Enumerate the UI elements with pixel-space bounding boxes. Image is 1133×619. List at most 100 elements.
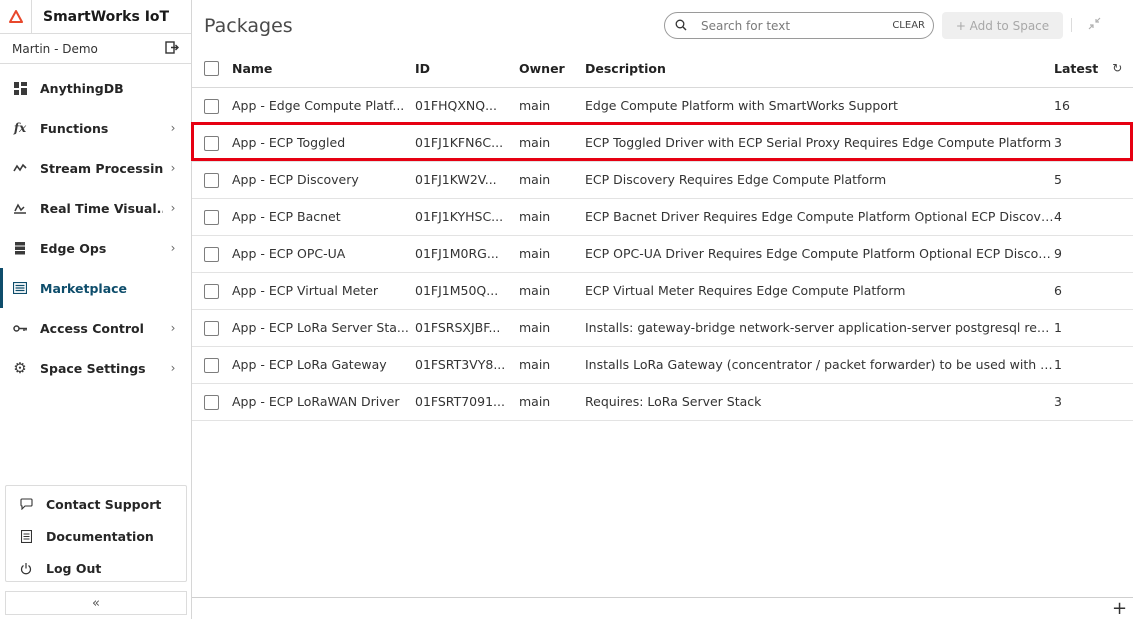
chevron-right-icon: › bbox=[170, 201, 176, 215]
table-row[interactable]: App - ECP Discovery 01FJ1KW2V... main EC… bbox=[192, 161, 1133, 199]
key-icon bbox=[12, 320, 28, 336]
sidebar-item-access-control[interactable]: Access Control › bbox=[0, 308, 191, 348]
sidebar-item-edge-ops[interactable]: Edge Ops › bbox=[0, 228, 191, 268]
sidebar-item-stream-processing[interactable]: Stream Processing › bbox=[0, 148, 191, 188]
row-id: 01FJ1M50Q... bbox=[415, 272, 519, 310]
row-owner: main bbox=[519, 87, 585, 125]
sidebar: SmartWorks IoT Martin - Demo AnythingDB … bbox=[0, 0, 192, 619]
select-all-checkbox[interactable] bbox=[204, 61, 219, 77]
row-id: 01FJ1KYHSC... bbox=[415, 198, 519, 236]
row-description: ECP Virtual Meter Requires Edge Compute … bbox=[585, 272, 1054, 310]
collapse-view-icon[interactable] bbox=[1088, 17, 1101, 34]
sidebar-item-anythingdb[interactable]: AnythingDB bbox=[0, 68, 191, 108]
add-icon[interactable]: + bbox=[1112, 598, 1127, 619]
gear-icon: ⚙ bbox=[13, 359, 27, 377]
row-name: App - ECP Toggled bbox=[232, 124, 415, 162]
row-id: 01FHQXNQ... bbox=[415, 87, 519, 125]
stream-icon bbox=[12, 160, 28, 176]
add-to-space-button[interactable]: + Add to Space bbox=[942, 12, 1063, 39]
database-icon bbox=[12, 80, 28, 96]
server-icon bbox=[12, 240, 28, 256]
row-checkbox[interactable] bbox=[204, 394, 219, 410]
page-title: Packages bbox=[204, 15, 293, 37]
column-header-latest-label[interactable]: Latest bbox=[1054, 61, 1098, 76]
sidebar-item-real-time-visual[interactable]: Real Time Visual... › bbox=[0, 188, 191, 228]
column-header-id[interactable]: ID bbox=[415, 50, 519, 88]
logout-icon[interactable] bbox=[165, 40, 179, 57]
row-latest: 4 bbox=[1054, 198, 1133, 236]
table-row[interactable]: App - ECP LoRa Server Sta... 01FSRSXJBF.… bbox=[192, 309, 1133, 347]
row-description: ECP Toggled Driver with ECP Serial Proxy… bbox=[585, 124, 1054, 162]
sidebar-item-label: Functions bbox=[40, 120, 109, 136]
sidebar-item-label: Edge Ops bbox=[40, 240, 107, 256]
table-row[interactable]: App - ECP Bacnet 01FJ1KYHSC... main ECP … bbox=[192, 198, 1133, 236]
sidebar-item-marketplace[interactable]: Marketplace bbox=[0, 268, 191, 308]
row-checkbox[interactable] bbox=[204, 135, 219, 151]
row-checkbox-cell bbox=[192, 124, 232, 162]
row-description: ECP OPC-UA Driver Requires Edge Compute … bbox=[585, 235, 1054, 273]
help-menu: Contact Support Documentation Log Out bbox=[5, 485, 187, 582]
row-latest: 3 bbox=[1054, 124, 1133, 162]
row-owner: main bbox=[519, 198, 585, 236]
contact-support-link[interactable]: Contact Support bbox=[6, 488, 186, 520]
table-row[interactable]: App - ECP OPC-UA 01FJ1M0RG... main ECP O… bbox=[192, 235, 1133, 273]
collapse-sidebar-button[interactable]: « bbox=[5, 591, 187, 615]
row-checkbox[interactable] bbox=[204, 172, 219, 188]
row-name: App - ECP LoRaWAN Driver bbox=[232, 383, 415, 421]
table-row[interactable]: App - Edge Compute Platf... 01FHQXNQ... … bbox=[192, 87, 1133, 125]
documentation-link[interactable]: Documentation bbox=[6, 520, 186, 552]
row-latest: 1 bbox=[1054, 309, 1133, 347]
log-out-link[interactable]: Log Out bbox=[6, 552, 186, 584]
row-latest: 9 bbox=[1054, 235, 1133, 273]
table-header-row: Name ID Owner Description Latest ↻ bbox=[192, 50, 1133, 88]
row-description: Installs LoRa Gateway (concentrator / pa… bbox=[585, 346, 1054, 384]
table-row[interactable]: App - ECP LoRaWAN Driver 01FSRT7091... m… bbox=[192, 383, 1133, 421]
document-icon bbox=[18, 529, 34, 543]
row-checkbox[interactable] bbox=[204, 98, 219, 114]
sidebar-item-space-settings[interactable]: ⚙ Space Settings › bbox=[0, 348, 191, 388]
column-header-owner[interactable]: Owner bbox=[519, 50, 585, 88]
row-name: App - ECP OPC-UA bbox=[232, 235, 415, 273]
footer-divider bbox=[192, 597, 1133, 598]
row-name: App - Edge Compute Platf... bbox=[232, 87, 415, 125]
sidebar-item-label: Access Control bbox=[40, 320, 144, 336]
select-all-cell bbox=[192, 50, 232, 88]
column-header-name[interactable]: Name bbox=[232, 50, 415, 88]
table-row[interactable]: App - ECP Virtual Meter 01FJ1M50Q... mai… bbox=[192, 272, 1133, 310]
contact-support-label: Contact Support bbox=[46, 496, 162, 512]
chevron-right-icon: › bbox=[170, 321, 176, 335]
row-name: App - ECP LoRa Server Sta... bbox=[232, 309, 415, 347]
row-checkbox-cell bbox=[192, 383, 232, 421]
marketplace-icon bbox=[12, 280, 28, 296]
row-owner: main bbox=[519, 383, 585, 421]
sidebar-item-functions[interactable]: fx Functions › bbox=[0, 108, 191, 148]
sidebar-item-label: Real Time Visual... bbox=[40, 200, 163, 216]
row-checkbox[interactable] bbox=[204, 357, 219, 373]
row-checkbox[interactable] bbox=[204, 283, 219, 299]
row-latest: 1 bbox=[1054, 346, 1133, 384]
row-owner: main bbox=[519, 161, 585, 199]
row-name: App - ECP Virtual Meter bbox=[232, 272, 415, 310]
double-chevron-left-icon: « bbox=[92, 595, 100, 611]
search-input[interactable] bbox=[701, 18, 893, 33]
clear-search-button[interactable]: CLEAR bbox=[892, 20, 925, 31]
row-id: 01FJ1KFN6C... bbox=[415, 124, 519, 162]
user-name: Martin - Demo bbox=[12, 41, 98, 56]
logo-icon bbox=[0, 0, 32, 34]
row-checkbox-cell bbox=[192, 198, 232, 236]
table-row[interactable]: App - ECP Toggled 01FJ1KFN6C... main ECP… bbox=[192, 124, 1133, 162]
main-content: Packages CLEAR + Add to Space Name ID Ow… bbox=[191, 0, 1133, 619]
refresh-icon[interactable]: ↻ bbox=[1112, 61, 1122, 75]
row-checkbox[interactable] bbox=[204, 320, 219, 336]
row-description: Requires: LoRa Server Stack bbox=[585, 383, 1054, 421]
app-title: SmartWorks IoT bbox=[43, 8, 170, 25]
row-owner: main bbox=[519, 272, 585, 310]
documentation-label: Documentation bbox=[46, 528, 154, 544]
column-header-description[interactable]: Description bbox=[585, 50, 1054, 88]
table-row[interactable]: App - ECP LoRa Gateway 01FSRT3VY8... mai… bbox=[192, 346, 1133, 384]
brand-bar: SmartWorks IoT bbox=[0, 0, 191, 34]
row-checkbox[interactable] bbox=[204, 209, 219, 225]
row-description: Installs: gateway-bridge network-server … bbox=[585, 309, 1054, 347]
row-checkbox[interactable] bbox=[204, 246, 219, 262]
sidebar-item-label: AnythingDB bbox=[40, 80, 124, 96]
